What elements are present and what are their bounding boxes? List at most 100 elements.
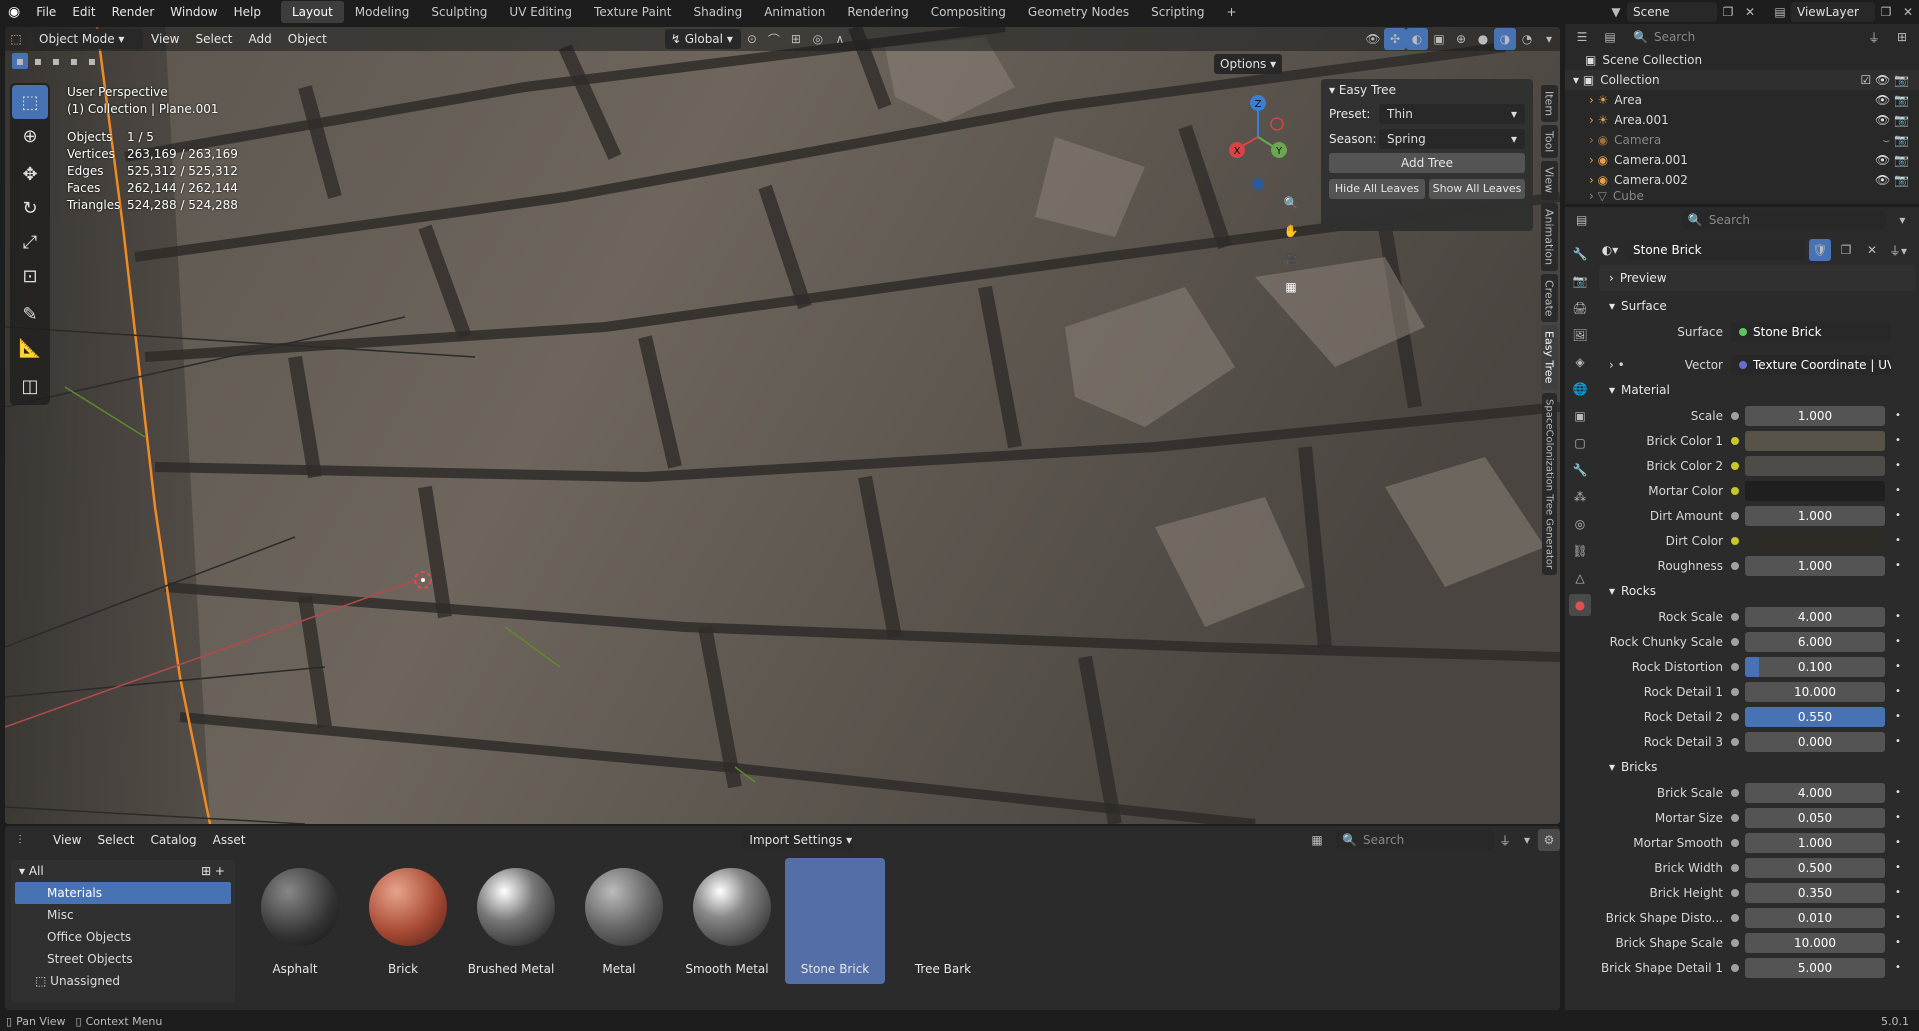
keyframe-dot-icon[interactable]: • [1895, 736, 1901, 747]
outliner-item[interactable]: › ◉ Camera.001 👁 📷 [1565, 150, 1919, 170]
checkbox-icon[interactable]: ☑ 👁 📷 [1860, 73, 1909, 87]
solid-shading-icon[interactable]: ● [1472, 28, 1494, 50]
add-cube-tool-icon[interactable]: ◫ [12, 369, 48, 403]
outliner-filter-icon[interactable]: ⏚ [1863, 26, 1885, 48]
dirt-amount-field[interactable]: 1.000 [1745, 505, 1885, 526]
tab-sculpting[interactable]: Sculpting [420, 1, 498, 23]
viewport-menu-object[interactable]: Object [280, 27, 335, 51]
outliner-search-input[interactable]: 🔍 Search [1627, 27, 1807, 47]
new-view-layer-icon[interactable]: ❐ [1875, 1, 1897, 23]
menu-help[interactable]: Help [226, 0, 269, 24]
visibility-eye-icon[interactable]: 👁 📷 [1875, 173, 1909, 187]
scale-field[interactable]: 1.000 [1745, 405, 1885, 426]
select-box-tool-icon[interactable]: ⬚ [12, 85, 48, 119]
browse-node-icon[interactable]: ⏚▾ [1887, 239, 1909, 261]
zoom-icon[interactable]: 🔍 [1280, 192, 1302, 214]
easy-tree-header[interactable]: ▾ Easy Tree [1321, 79, 1533, 101]
mortar-size-field[interactable]: 0.050 [1745, 807, 1885, 828]
new-collection-icon[interactable]: ⊞ [1891, 26, 1913, 48]
visibility-eye-icon[interactable]: 👁 📷 [1875, 153, 1909, 167]
sidebar-tab-animation[interactable]: Animation [1540, 202, 1558, 271]
rocks-section[interactable]: ▾ Rocks [1599, 578, 1915, 604]
keyframe-dot-icon[interactable]: • [1895, 661, 1901, 672]
pan-hand-icon[interactable]: ✋ [1280, 220, 1302, 242]
overlay-toggle-icon[interactable]: ◐ [1406, 28, 1428, 50]
menu-file[interactable]: File [28, 0, 64, 24]
select-invert-icon[interactable]: ▪ [66, 53, 82, 69]
viewport-menu-add[interactable]: Add [241, 27, 280, 51]
material-tab-icon[interactable]: ● [1569, 594, 1591, 616]
measure-tool-icon[interactable]: 📐 [12, 331, 48, 365]
camera-view-icon[interactable]: 🎥 [1280, 248, 1302, 270]
filter-options-icon[interactable]: ▾ [1516, 829, 1538, 851]
keyframe-dot-icon[interactable]: • [1895, 460, 1901, 471]
hidden-eye-icon[interactable]: ⌣ 📷 [1882, 133, 1909, 148]
sidebar-tab-spacecolonization[interactable]: SpaceColonization Tree Generator [1541, 392, 1557, 575]
keyframe-dot-icon[interactable]: • [1895, 812, 1901, 823]
rock-distortion-slider[interactable]: 0.100 [1745, 656, 1885, 677]
pivot-icon[interactable]: ⊙ [741, 28, 763, 50]
delete-view-layer-icon[interactable]: ✕ [1897, 1, 1919, 23]
tab-animation[interactable]: Animation [753, 1, 836, 23]
keyframe-dot-icon[interactable]: • [1895, 435, 1901, 446]
asset-tile-smooth-metal[interactable]: Smooth Metal [677, 858, 777, 984]
select-subtract-icon[interactable]: ▪ [48, 53, 64, 69]
keyframe-dot-icon[interactable]: • [1895, 837, 1901, 848]
tab-compositing[interactable]: Compositing [920, 1, 1017, 23]
brick-width-field[interactable]: 0.500 [1745, 857, 1885, 878]
keyframe-dot-icon[interactable]: • [1895, 887, 1901, 898]
properties-search-input[interactable]: 🔍 Search [1681, 210, 1886, 230]
tab-shading[interactable]: Shading [682, 1, 753, 23]
asset-tile-tree-bark[interactable]: Tree Bark [893, 858, 993, 984]
asset-tile-asphalt[interactable]: Asphalt [245, 858, 345, 984]
brick-color-2-swatch[interactable] [1745, 455, 1885, 476]
keyframe-dot-icon[interactable]: • [1895, 410, 1901, 421]
material-shading-icon[interactable]: ◑ [1494, 28, 1516, 50]
keyframe-dot-icon[interactable]: • [1895, 535, 1901, 546]
brick-scale-field[interactable]: 4.000 [1745, 782, 1885, 803]
menu-render[interactable]: Render [104, 0, 163, 24]
tab-geometry-nodes[interactable]: Geometry Nodes [1017, 1, 1140, 23]
outliner-editor-icon[interactable]: ☰ [1571, 26, 1593, 48]
3d-viewport[interactable]: ⬚ Object Mode ▾ View Select Add Object ↯… [5, 27, 1560, 824]
dirt-color-swatch[interactable] [1745, 530, 1885, 551]
outliner-item[interactable]: › ◉ Camera ⌣ 📷 [1565, 130, 1919, 150]
tab-scripting[interactable]: Scripting [1140, 1, 1215, 23]
data-tab-icon[interactable]: △ [1569, 567, 1591, 589]
catalog-item-unassigned[interactable]: ⬚ Unassigned [11, 970, 235, 992]
surface-section[interactable]: ▾ Surface [1599, 293, 1915, 319]
show-all-leaves-button[interactable]: Show All Leaves [1429, 179, 1525, 199]
vector-expand-icon[interactable]: › • [1599, 358, 1625, 372]
wireframe-shading-icon[interactable]: ⊕ [1450, 28, 1472, 50]
hide-all-leaves-button[interactable]: Hide All Leaves [1329, 179, 1425, 199]
viewport-menu-view[interactable]: View [143, 27, 187, 51]
asset-menu-select[interactable]: Select [89, 828, 142, 852]
sidebar-tab-create[interactable]: Create [1540, 273, 1558, 323]
preview-section[interactable]: › Preview [1599, 265, 1915, 291]
asset-menu-view[interactable]: View [45, 828, 89, 852]
rotate-tool-icon[interactable]: ↻ [12, 191, 48, 225]
object-tab-icon[interactable]: ▢ [1569, 432, 1591, 454]
new-scene-icon[interactable]: ❐ [1717, 1, 1739, 23]
scene-tab-icon[interactable]: ◈ [1569, 351, 1591, 373]
rock-detail-2-slider[interactable]: 0.550 [1745, 706, 1885, 727]
perspective-grid-icon[interactable]: ▦ [1280, 276, 1302, 298]
outliner-item[interactable]: › ☀ Area 👁 📷 [1565, 90, 1919, 110]
visibility-icon[interactable]: 👁 [1362, 28, 1384, 50]
world-tab-icon[interactable]: 🌐 [1569, 378, 1591, 400]
render-tab-icon[interactable]: 📷 [1569, 270, 1591, 292]
keyframe-dot-icon[interactable]: • [1895, 686, 1901, 697]
xray-icon[interactable]: ▣ [1428, 28, 1450, 50]
view-layer-tab-icon[interactable]: 🖼 [1569, 324, 1591, 346]
particles-tab-icon[interactable]: ⁂ [1569, 486, 1591, 508]
mode-selector[interactable]: Object Mode ▾ [33, 29, 143, 49]
menu-edit[interactable]: Edit [64, 0, 103, 24]
bricks-section[interactable]: ▾ Bricks [1599, 754, 1915, 780]
brick-shape-scale-field[interactable]: 10.000 [1745, 932, 1885, 953]
brick-shape-distortion-field[interactable]: 0.010 [1745, 907, 1885, 928]
material-section[interactable]: ▾ Material [1599, 377, 1915, 403]
keyframe-dot-icon[interactable]: • [1895, 485, 1901, 496]
keyframe-dot-icon[interactable]: • [1895, 636, 1901, 647]
keyframe-dot-icon[interactable]: • [1895, 510, 1901, 521]
mortar-smooth-field[interactable]: 1.000 [1745, 832, 1885, 853]
